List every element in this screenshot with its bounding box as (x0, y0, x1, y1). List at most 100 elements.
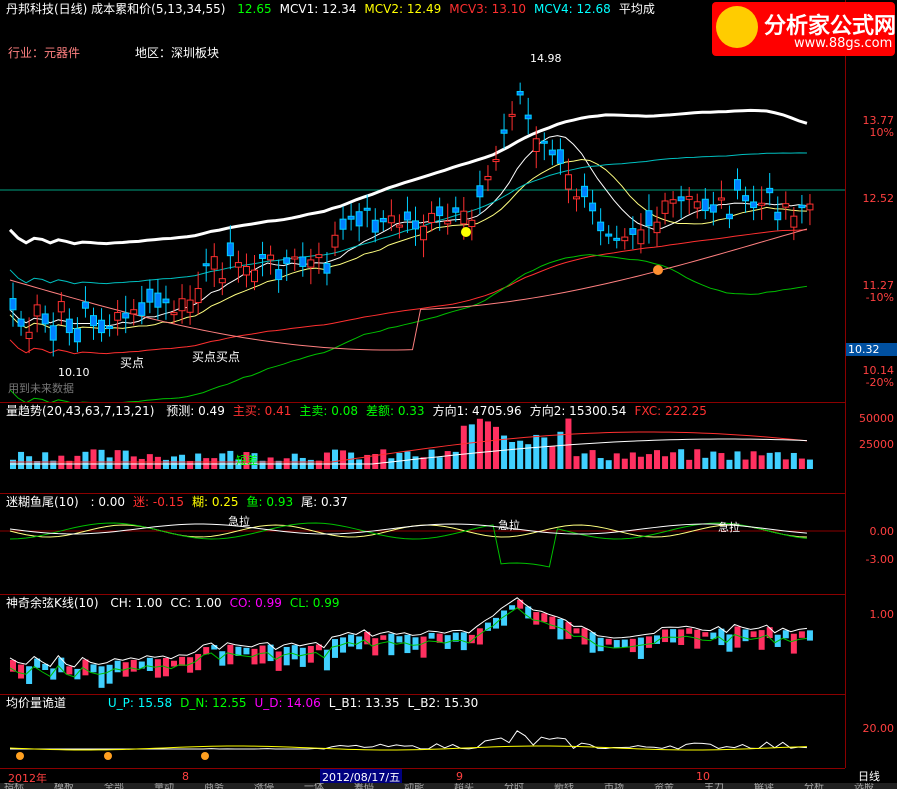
bottom-tab[interactable]: 指标 (4, 783, 24, 789)
candle-body (186, 299, 194, 313)
cosine-candle (82, 659, 89, 676)
bottom-tab-bar: 指标 模板 全部 量动 商务 涨停 一体 筹码 动能 超买 分时 新线 市场 资金 主力 解读 分析 选股 (0, 783, 897, 789)
bottom-tab[interactable]: 模板 (54, 783, 74, 789)
candle-body (363, 207, 371, 211)
candle-body (669, 199, 677, 204)
volume-bar (332, 449, 338, 469)
bottom-tab[interactable]: 主力 (704, 783, 724, 789)
volume-bar (348, 452, 355, 469)
cosine-candle (372, 638, 379, 656)
volume-bar (26, 456, 33, 469)
candle-body (508, 113, 516, 117)
volume-bar (460, 425, 467, 469)
volume-bar (806, 459, 813, 469)
fish-header: 迷糊鱼尾(10) : 0.00 迷: -0.15 糊: 0.25 鱼: 0.93 尾: … (6, 495, 364, 509)
bottom-tab[interactable]: 解读 (754, 783, 774, 789)
avg-title: 均价量诡道 (6, 696, 67, 710)
candle-body (420, 225, 428, 241)
bottom-tab[interactable]: 选股 (854, 783, 874, 789)
cosine-candle (613, 640, 620, 649)
indicator-value: L_B2: 15.30 (407, 696, 479, 710)
candlestick-chart[interactable] (0, 0, 845, 402)
high-price-label: 14.98 (530, 52, 562, 65)
volume-bar (82, 451, 89, 469)
candle-body (194, 288, 202, 304)
candle-body (492, 159, 500, 163)
indicator-value: 尾: 0.37 (301, 495, 348, 509)
indicator-value: 主卖: 0.08 (299, 404, 358, 418)
volume-bar (501, 435, 508, 469)
bottom-tab[interactable]: 全部 (104, 783, 124, 789)
candle-body (73, 328, 81, 343)
candle-body (403, 211, 411, 221)
candle-body (412, 220, 419, 230)
volume-bar (509, 441, 516, 469)
candle-body (613, 237, 621, 241)
cosine-candle (549, 616, 556, 630)
volume-bar (122, 450, 129, 469)
bottom-tab[interactable]: 一体 (304, 783, 324, 789)
time-label: 9 (456, 770, 463, 783)
candle-body (516, 90, 524, 96)
candle-body (251, 269, 258, 283)
indicator-value: CO: 0.99 (229, 596, 282, 610)
candle-body (98, 319, 106, 334)
bottom-tab[interactable]: 筹码 (354, 783, 374, 789)
volume-bar (219, 453, 226, 469)
bottom-tab[interactable]: 市场 (604, 783, 624, 789)
bottom-tab[interactable]: 新线 (554, 783, 574, 789)
candle-body (637, 229, 645, 245)
candle-body (597, 221, 605, 232)
signal-dot-icon (16, 752, 24, 760)
cosine-candle (517, 599, 524, 609)
site-logo: 分析家公式网 www.88gs.com (712, 2, 896, 56)
indicator-value: : 0.00 (90, 495, 126, 509)
bottom-tab[interactable]: 商务 (204, 783, 224, 789)
logo-flower-icon (716, 6, 758, 48)
candle-body (114, 312, 122, 321)
volume-bar (637, 456, 644, 469)
volume-bar (154, 456, 161, 469)
cosine-candle (645, 636, 652, 648)
bottom-tab[interactable]: 动能 (404, 783, 424, 789)
avg-line (10, 730, 807, 750)
candle-body (734, 179, 741, 191)
candle-body (154, 292, 162, 308)
fish-tail-panel[interactable]: 迷糊鱼尾(10) : 0.00 迷: -0.15 糊: 0.25 鱼: 0.93 尾: … (0, 493, 845, 595)
volume-bar (428, 449, 435, 469)
candle-body (774, 211, 782, 221)
time-label: 10 (696, 770, 710, 783)
main-chart-panel[interactable]: 丹邦科技(日线) 成本累和价(5,13,34,55) 12.65 MCV1: 12… (0, 0, 845, 403)
bottom-tab[interactable]: 资金 (654, 783, 674, 789)
cosine-candle (420, 636, 427, 658)
candle-body (500, 129, 508, 134)
cosine-candle (299, 647, 306, 667)
bottom-tab[interactable]: 涨停 (254, 783, 274, 789)
cosine-candle (396, 636, 403, 643)
period-button[interactable]: 日线 (858, 768, 880, 784)
mcv2-line (9, 135, 808, 327)
watermark: 用到未来数据 (8, 382, 74, 395)
volume-panel[interactable]: 量趋势(20,43,63,7,13,21) 预测: 0.49 主买: 0.41 主卖… (0, 402, 845, 494)
candle-body (130, 309, 138, 315)
bottom-tab[interactable]: 分析 (804, 783, 824, 789)
bottom-tab[interactable]: 分时 (504, 783, 524, 789)
candle-body (532, 138, 540, 153)
volume-axis: 50000 25000 (845, 402, 897, 493)
industry-label: 行业：元器件 (8, 46, 81, 60)
candle-body (106, 325, 114, 329)
avg-volume-panel[interactable]: 均价量诡道 U_P: 15.58 D_N: 12.55 U_D: 14.06 L_B1… (0, 694, 845, 769)
indicator-value: U_D: 14.06 (254, 696, 321, 710)
volume-bar (678, 449, 685, 469)
cosine-k-panel[interactable]: 神奇余弦K线(10) CH: 1.00 CC: 1.00 CO: 0.99 CL: 0… (0, 594, 845, 695)
cosine-candle (798, 631, 805, 638)
candle-body (661, 200, 669, 214)
candle-body (766, 187, 774, 194)
cosine-candle (195, 653, 202, 671)
candle-body (49, 325, 57, 341)
indicator-value: 12.65 (237, 2, 272, 16)
volume-bar (130, 456, 137, 469)
bottom-tab[interactable]: 量动 (154, 783, 174, 789)
volume-bar (549, 446, 556, 469)
bottom-tab[interactable]: 超买 (454, 783, 474, 789)
